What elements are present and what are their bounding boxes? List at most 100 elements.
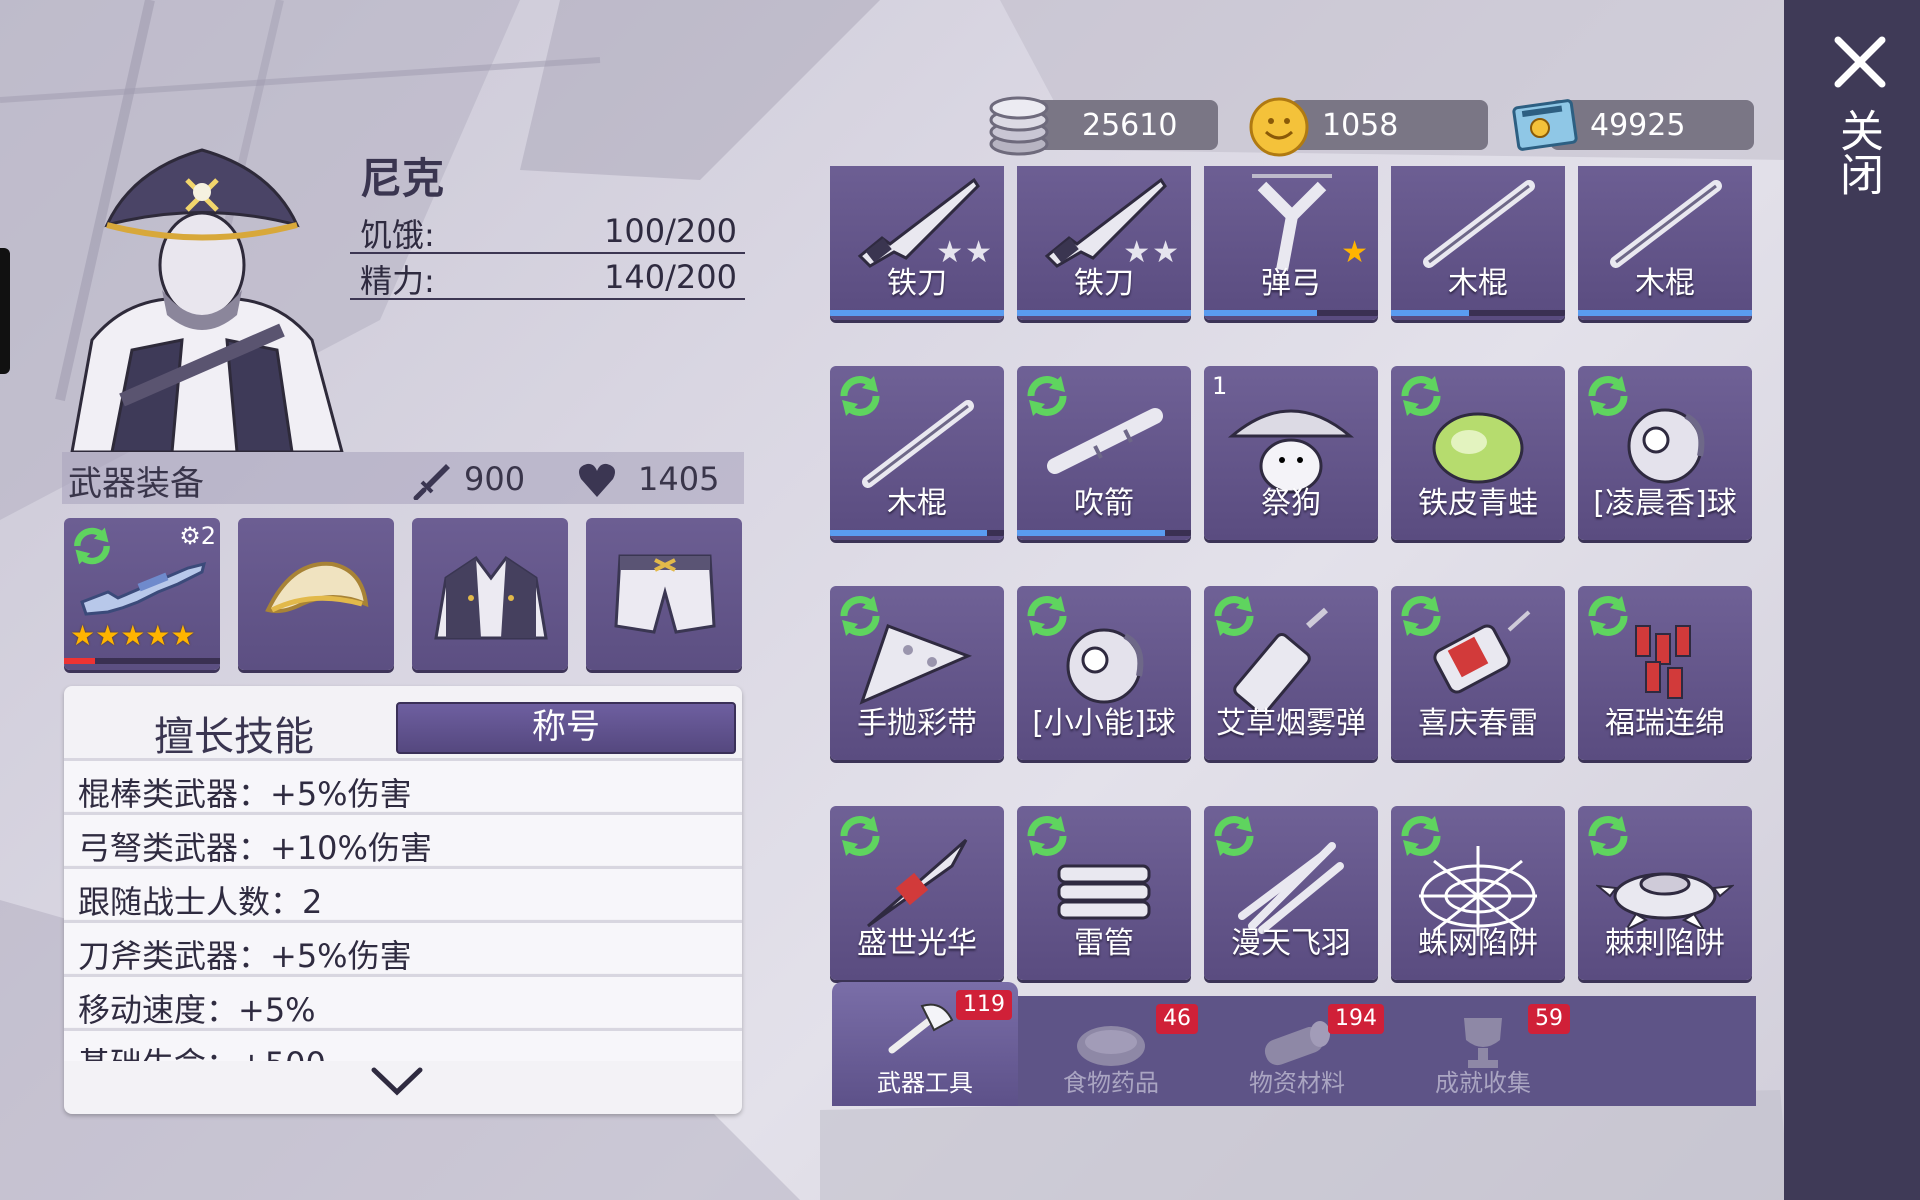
skill-text: 棍棒类武器：+5%伤害 bbox=[78, 775, 412, 813]
tab-label: 食物药品 bbox=[1063, 1069, 1159, 1097]
refresh-icon bbox=[1401, 816, 1441, 856]
refresh-icon bbox=[1214, 816, 1254, 856]
silver-value: 25610 bbox=[1082, 108, 1178, 143]
item-name: 手抛彩带 bbox=[857, 706, 977, 741]
inventory-item[interactable]: 棘刺陷阱 bbox=[1578, 806, 1752, 980]
sword-icon bbox=[413, 464, 450, 500]
ticket-icon bbox=[1512, 99, 1578, 151]
tab-weapons-tools[interactable]: 119 武器工具 bbox=[832, 982, 1018, 1106]
inventory-item[interactable]: 木棍 bbox=[830, 366, 1004, 540]
inventory-item[interactable]: 福瑞连绵 bbox=[1578, 586, 1752, 760]
skill-row: 移动速度：+5% bbox=[64, 974, 742, 1029]
item-name: 弹弓 bbox=[1261, 266, 1321, 301]
inventory-item[interactable]: 吹箭 bbox=[1017, 366, 1191, 540]
inventory-item[interactable]: 木棍 bbox=[1578, 166, 1752, 320]
tab-title[interactable]: 称号 bbox=[396, 702, 736, 754]
item-name: 祭狗 bbox=[1261, 486, 1321, 521]
inventory-item[interactable]: 木棍 bbox=[1391, 166, 1565, 320]
character-name: 尼克 bbox=[360, 154, 445, 203]
inventory-item[interactable]: 喜庆春雷 bbox=[1391, 586, 1565, 760]
equipment-header: 武器装备 900 1405 bbox=[62, 452, 744, 504]
close-x-icon[interactable] bbox=[1832, 34, 1888, 90]
energy-row: 精力: 140/200 bbox=[350, 254, 745, 300]
item-name: 吹箭 bbox=[1074, 486, 1134, 521]
inventory-item[interactable]: 盛世光华 bbox=[830, 806, 1004, 980]
chevron-down-icon[interactable] bbox=[370, 1064, 424, 1098]
refresh-icon bbox=[1401, 596, 1441, 636]
item-name: [凌晨香]球 bbox=[1593, 486, 1737, 521]
item-name: 棘刺陷阱 bbox=[1605, 926, 1725, 961]
badge: 119 bbox=[956, 990, 1012, 1020]
inventory-item[interactable]: 漫天飞羽 bbox=[1204, 806, 1378, 980]
tab-materials[interactable]: 194 物资材料 bbox=[1204, 996, 1390, 1106]
inventory-item[interactable]: 铁皮青蛙 bbox=[1391, 366, 1565, 540]
heart-icon bbox=[579, 463, 615, 497]
category-bar: 119 武器工具 46 食物药品 194 物资材料 59 成就收集 bbox=[832, 982, 1756, 1106]
inventory-grid: ★★ 铁刀 ★★ 铁刀 ★ 弹弓 木棍 木棍 木棍 吹箭 1 祭狗 铁皮青蛙 [凌晨香]球 手抛彩带 [小小能… bbox=[826, 166, 1756, 986]
weapon-level: 2 bbox=[200, 522, 216, 550]
item-name: 喜庆春雷 bbox=[1418, 706, 1538, 741]
attack-value: 900 bbox=[464, 460, 526, 498]
hunger-row: 饥饿: 100/200 bbox=[350, 208, 745, 254]
skill-text: 刀斧类武器：+5%伤害 bbox=[78, 937, 412, 975]
equip-slot-hat[interactable] bbox=[238, 518, 394, 670]
refresh-icon bbox=[1588, 816, 1628, 856]
item-name: 木棍 bbox=[1635, 266, 1695, 301]
inventory-item[interactable]: 艾草烟雾弹 bbox=[1204, 586, 1378, 760]
item-name: 雷管 bbox=[1074, 926, 1134, 961]
close-label[interactable]: 关闭 bbox=[1832, 108, 1883, 196]
inventory-item[interactable]: 1 祭狗 bbox=[1204, 366, 1378, 540]
equip-slot-pants[interactable] bbox=[586, 518, 742, 670]
screen-notch bbox=[0, 248, 10, 374]
item-name: [小小能]球 bbox=[1032, 706, 1176, 741]
item-name: 铁刀 bbox=[1074, 266, 1134, 301]
tab-skills[interactable]: 擅长技能 bbox=[154, 704, 314, 762]
item-name: 福瑞连绵 bbox=[1605, 706, 1725, 741]
refresh-icon bbox=[1027, 816, 1067, 856]
inventory-item[interactable]: ★★ 铁刀 bbox=[1017, 166, 1191, 320]
inventory-item[interactable]: [小小能]球 bbox=[1017, 586, 1191, 760]
durability-bar bbox=[830, 310, 1004, 316]
durability-bar bbox=[1391, 310, 1565, 316]
skill-text: 移动速度：+5% bbox=[78, 991, 316, 1029]
inventory-item[interactable]: 手抛彩带 bbox=[830, 586, 1004, 760]
pants-icon bbox=[614, 554, 716, 634]
equip-slot-coat[interactable] bbox=[412, 518, 568, 670]
refresh-icon bbox=[1027, 596, 1067, 636]
gold-value: 1058 bbox=[1322, 108, 1399, 143]
durability-bar bbox=[1204, 310, 1378, 316]
coat-icon bbox=[434, 555, 548, 640]
skill-row: 棍棒类武器：+5%伤害 bbox=[64, 758, 742, 813]
tab-food-medicine[interactable]: 46 食物药品 bbox=[1018, 996, 1204, 1106]
ticket-pill: 49925 bbox=[1550, 100, 1754, 150]
tab-label: 成就收集 bbox=[1435, 1069, 1531, 1097]
inventory-item[interactable]: ★ 弹弓 bbox=[1204, 166, 1378, 320]
gold-coin-icon bbox=[1249, 97, 1309, 157]
skill-row: 基础生命：+500 bbox=[64, 1028, 742, 1061]
gear-level: ⚙2 bbox=[179, 522, 216, 550]
refresh-icon bbox=[1401, 376, 1441, 416]
item-name: 艾草烟雾弹 bbox=[1216, 706, 1366, 741]
refresh-icon bbox=[840, 596, 880, 636]
refresh-icon bbox=[1027, 376, 1067, 416]
refresh-icon bbox=[1214, 596, 1254, 636]
gold-pill: 1058 bbox=[1290, 100, 1488, 150]
skill-row: 弓弩类武器：+10%伤害 bbox=[64, 812, 742, 867]
durability-bar bbox=[1017, 530, 1191, 536]
tab-achievements[interactable]: 59 成就收集 bbox=[1390, 996, 1576, 1106]
equip-slot-weapon[interactable]: ⚙2 ★★★★★ bbox=[64, 518, 220, 670]
badge: 46 bbox=[1156, 1004, 1198, 1034]
durability-bar bbox=[1017, 310, 1191, 316]
refresh-icon bbox=[840, 376, 880, 416]
durability-bar bbox=[1578, 310, 1752, 316]
item-name: 铁皮青蛙 bbox=[1418, 486, 1538, 521]
inventory-item[interactable]: ★★ 铁刀 bbox=[830, 166, 1004, 320]
durability-bar bbox=[830, 530, 1004, 536]
inventory-item[interactable]: [凌晨香]球 bbox=[1578, 366, 1752, 540]
equipment-title: 武器装备 bbox=[68, 464, 204, 504]
item-name: 铁刀 bbox=[887, 266, 947, 301]
tab-label: 物资材料 bbox=[1249, 1069, 1345, 1097]
ticket-value: 49925 bbox=[1590, 108, 1686, 143]
inventory-item[interactable]: 蛛网陷阱 bbox=[1391, 806, 1565, 980]
inventory-item[interactable]: 雷管 bbox=[1017, 806, 1191, 980]
